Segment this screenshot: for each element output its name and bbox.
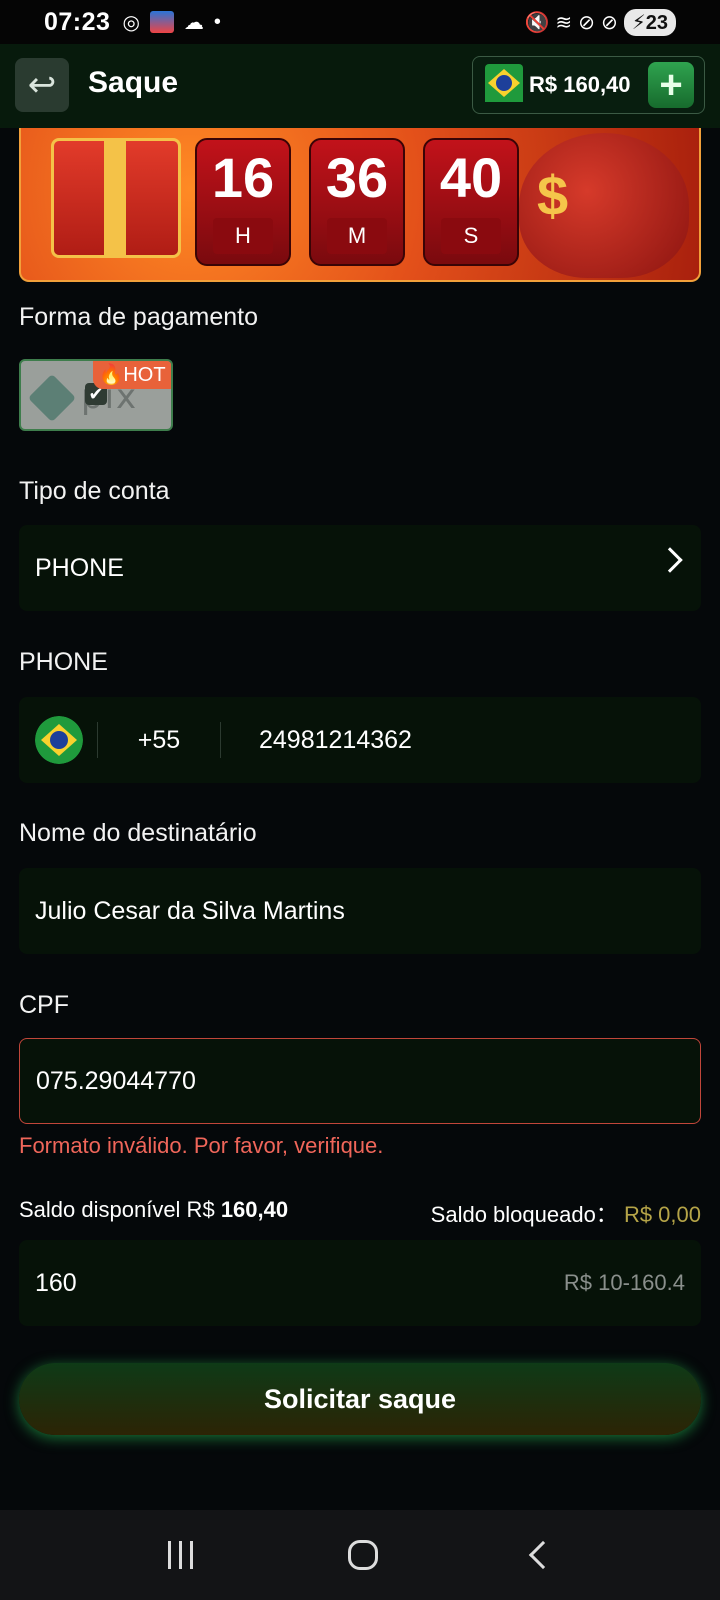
cpf-label: CPF bbox=[19, 991, 69, 1019]
blocked-icon: ⊘ bbox=[600, 11, 618, 34]
hot-badge: 🔥HOT bbox=[93, 361, 171, 389]
countdown-hours: 16 H bbox=[195, 138, 291, 266]
promo-banner[interactable]: $ 16 H 36 M 40 S bbox=[19, 128, 701, 282]
cpf-input[interactable]: 075.29044770 bbox=[19, 1038, 701, 1124]
pix-logo-icon bbox=[27, 373, 77, 423]
recipient-label: Nome do destinatário bbox=[19, 819, 257, 847]
home-icon[interactable] bbox=[347, 1540, 378, 1570]
pix-payment-option[interactable]: pix ✔ 🔥HOT bbox=[19, 359, 173, 431]
blocked-icon: ⊘ bbox=[578, 11, 595, 34]
blocked-balance: Saldo bloqueado： R$ 0,00 bbox=[430, 1202, 701, 1227]
balance-value: R$ 160,40 bbox=[529, 72, 631, 97]
available-balance: Saldo disponível R$ 160,40 bbox=[19, 1197, 289, 1222]
mute-icon: 🔇 bbox=[524, 11, 550, 34]
dot-icon: • bbox=[213, 10, 221, 33]
cpf-value: 075.29044770 bbox=[36, 1066, 196, 1095]
plus-icon: + bbox=[659, 63, 683, 107]
countdown-seconds: 40 S bbox=[423, 138, 519, 266]
chevron-right-icon bbox=[657, 547, 683, 573]
balance-info-row: Saldo disponível R$ 160,40 Saldo bloquea… bbox=[19, 1197, 701, 1229]
amount-value: 160 bbox=[35, 1268, 77, 1297]
page-title: Saque bbox=[88, 66, 179, 99]
brazil-flag-icon[interactable] bbox=[35, 716, 83, 764]
withdraw-amount-input[interactable]: 160 R$ 10-160.4 bbox=[19, 1240, 701, 1326]
charging-icon: ⚡ bbox=[631, 11, 646, 34]
wifi-icon: ≋ bbox=[555, 11, 573, 34]
system-icons: 🔇 ≋ ⊘ ⊘ ⚡23 bbox=[524, 8, 676, 36]
flame-icon: 🔥 bbox=[98, 364, 124, 386]
account-type-label: Tipo de conta bbox=[19, 477, 170, 505]
deposit-plus-button[interactable]: + bbox=[648, 62, 694, 108]
amount-range-hint: R$ 10-160.4 bbox=[563, 1270, 685, 1295]
cpf-error-message: Formato inválido. Por favor, verifique. bbox=[19, 1133, 384, 1158]
back-button[interactable]: ↩ bbox=[15, 58, 69, 112]
request-withdraw-button[interactable]: Solicitar saque bbox=[19, 1363, 701, 1435]
country-code[interactable]: +55 bbox=[98, 726, 220, 755]
status-bar: 07:23 ◎ ☁ • 🔇 ≋ ⊘ ⊘ ⚡23 bbox=[0, 0, 720, 44]
back-nav-icon[interactable] bbox=[528, 1540, 557, 1570]
phone-label: PHONE bbox=[19, 648, 108, 676]
divider bbox=[220, 722, 221, 758]
countdown-minutes: 36 M bbox=[309, 138, 405, 266]
payment-method-label: Forma de pagamento bbox=[19, 303, 259, 331]
account-type-value: PHONE bbox=[35, 553, 124, 582]
status-time: 07:23 bbox=[44, 7, 111, 36]
recipient-name-value: Julio Cesar da Silva Martins bbox=[35, 896, 345, 925]
money-bag-image: $ bbox=[519, 133, 689, 278]
account-type-select[interactable]: PHONE bbox=[19, 525, 701, 611]
phone-field[interactable]: +55 24981214362 bbox=[19, 697, 701, 783]
battery-indicator: ⚡23 bbox=[623, 8, 676, 36]
balance-box[interactable]: R$ 160,40 + bbox=[472, 56, 705, 114]
app-header: ↩ Saque R$ 160,40 + bbox=[0, 44, 720, 128]
system-nav-bar bbox=[0, 1510, 720, 1600]
brazil-flag-icon bbox=[485, 63, 523, 107]
gift-box-image bbox=[51, 138, 181, 258]
recents-icon[interactable] bbox=[167, 1541, 193, 1569]
phone-number-input[interactable]: 24981214362 bbox=[259, 726, 412, 755]
cloud-icon: ☁ bbox=[183, 11, 204, 34]
whatsapp-icon: ◎ bbox=[122, 11, 140, 34]
app-notification-icon bbox=[149, 11, 174, 33]
recipient-name-input[interactable]: Julio Cesar da Silva Martins bbox=[19, 868, 701, 954]
dollar-icon: $ bbox=[537, 164, 569, 227]
notification-icons: ◎ ☁ • bbox=[122, 10, 220, 35]
back-arrow-icon: ↩ bbox=[27, 66, 57, 104]
